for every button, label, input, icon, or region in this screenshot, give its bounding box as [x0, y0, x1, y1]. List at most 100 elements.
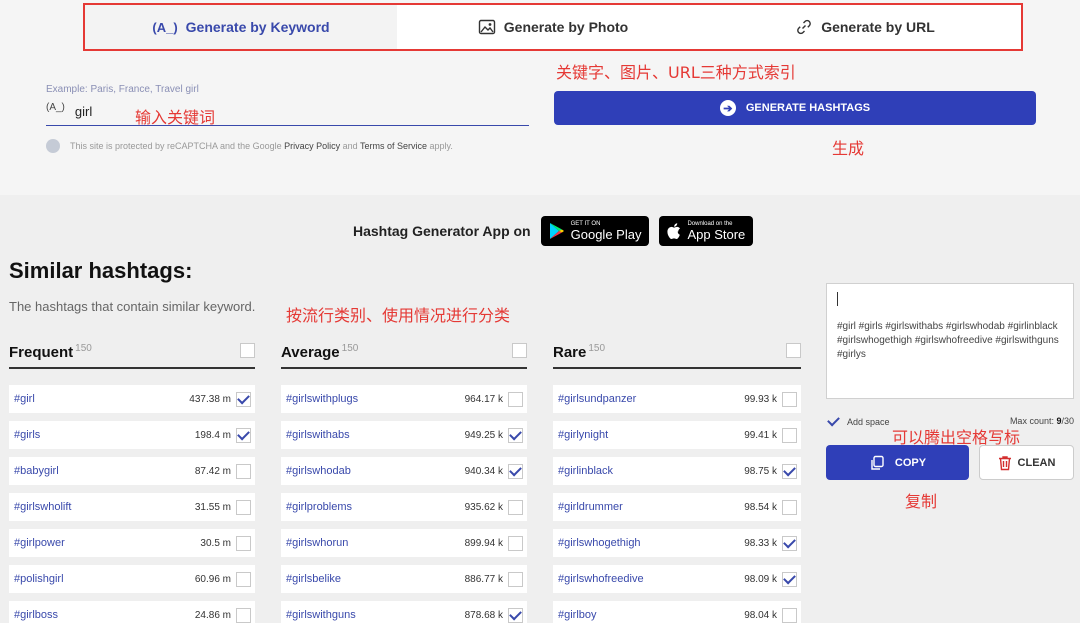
hashtag-checkbox[interactable] [782, 535, 797, 551]
hashtag-count: 98.75 k [744, 465, 777, 477]
hashtag-checkbox[interactable] [782, 427, 797, 443]
hashtag-checkbox[interactable] [508, 535, 523, 551]
hashtag-row[interactable]: #girlboy 98.04 k [553, 601, 801, 623]
hashtag-count: 99.93 k [744, 393, 777, 405]
text-cursor [837, 292, 838, 306]
hashtag-row[interactable]: #babygirl 87.42 m [9, 457, 255, 485]
clean-button[interactable]: CLEAN [979, 445, 1074, 480]
hashtag-row[interactable]: #girlsundpanzer 99.93 k [553, 385, 801, 413]
hashtag-row[interactable]: #girl 437.38 m [9, 385, 255, 413]
hashtag-text: #girlynight [558, 429, 609, 441]
hashtag-checkbox[interactable] [236, 571, 251, 587]
select-all-checkbox[interactable] [240, 342, 255, 358]
hashtag-text: #girlswithabs [286, 429, 350, 441]
hashtag-text: #girlswithplugs [286, 393, 359, 405]
hashtag-checkbox[interactable] [508, 427, 523, 443]
column-count: 150 [341, 343, 359, 354]
tab-url[interactable]: Generate by URL [709, 5, 1021, 49]
hashtag-row[interactable]: #girldrummer 98.54 k [553, 493, 801, 521]
hashtag-count: 899.94 k [464, 537, 503, 549]
column-title-text: Rare [553, 344, 587, 361]
hashtag-row[interactable]: #girlynight 99.41 k [553, 421, 801, 449]
google-play-icon [549, 223, 564, 239]
hashtag-row[interactable]: #girlpower 30.5 m [9, 529, 255, 557]
hashtag-row[interactable]: #girlswhorun 899.94 k [281, 529, 527, 557]
hashtag-row[interactable]: #girls 198.4 m [9, 421, 255, 449]
privacy-policy-link[interactable]: Privacy Policy [284, 141, 340, 151]
hashtag-checkbox[interactable] [236, 391, 251, 407]
hashtag-checkbox[interactable] [782, 499, 797, 515]
terms-link[interactable]: Terms of Service [360, 141, 427, 151]
copy-button[interactable]: COPY [826, 445, 969, 480]
hashtag-row[interactable]: #girlswholift 31.55 m [9, 493, 255, 521]
google-play-button[interactable]: GET IT ON Google Play [540, 216, 650, 246]
hashtag-checkbox[interactable] [782, 391, 797, 407]
hashtag-checkbox[interactable] [782, 571, 797, 587]
recaptcha-text: This site is protected by reCAPTCHA and … [70, 141, 453, 151]
hashtag-row[interactable]: #girlswithguns 878.68 k [281, 601, 527, 623]
hashtag-checkbox[interactable] [236, 463, 251, 479]
hashtag-row[interactable]: #girlsbelike 886.77 k [281, 565, 527, 593]
hashtag-checkbox[interactable] [508, 607, 523, 623]
select-all-checkbox[interactable] [512, 342, 527, 358]
selected-hashtags-text: #girl #girls #girlswithabs #girlswhodab … [837, 321, 1059, 360]
hashtag-checkbox[interactable] [508, 463, 523, 479]
hashtag-checkbox[interactable] [236, 535, 251, 551]
hashtag-row[interactable]: #girlswithplugs 964.17 k [281, 385, 527, 413]
hashtag-checkbox[interactable] [782, 607, 797, 623]
hashtag-meta: 964.17 k [465, 391, 523, 407]
hashtag-row[interactable]: #polishgirl 60.96 m [9, 565, 255, 593]
hashtag-row[interactable]: #girlswhodab 940.34 k [281, 457, 527, 485]
hashtag-count: 886.77 k [464, 573, 503, 585]
recaptcha-icon [46, 139, 60, 153]
app-store-button[interactable]: Download on the App Store [659, 216, 754, 246]
column-title: Rare 150 [553, 339, 605, 361]
hashtag-text: #girl [14, 393, 35, 405]
hashtag-text: #girlswithguns [286, 609, 356, 621]
hashtag-text: #girlswhofreedive [558, 573, 644, 585]
hashtag-checkbox[interactable] [508, 391, 523, 407]
add-space-checkbox[interactable] [826, 414, 841, 429]
hashtag-checkbox[interactable] [236, 607, 251, 623]
column-title: Average 150 [281, 339, 358, 361]
hashtag-row[interactable]: #girlproblems 935.62 k [281, 493, 527, 521]
hashtag-count: 98.54 k [744, 501, 777, 513]
annotation-categories: 按流行类别、使用情况进行分类 [286, 306, 511, 325]
hashtag-row[interactable]: #girlswithabs 949.25 k [281, 421, 527, 449]
selected-hashtags-textarea[interactable]: #girl #girls #girlswithabs #girlswhodab … [826, 283, 1074, 399]
tab-keyword[interactable]: (A_) Generate by Keyword [85, 5, 397, 49]
tab-photo[interactable]: Generate by Photo [397, 5, 709, 49]
hashtag-checkbox[interactable] [236, 427, 251, 443]
hashtag-checkbox[interactable] [782, 463, 797, 479]
hashtag-text: #girlboy [558, 609, 597, 621]
hashtag-checkbox[interactable] [508, 499, 523, 515]
hashtag-list: #girl 437.38 m #girls 198.4 m #babygirl 87.42… [9, 385, 255, 623]
hashtag-text: #girlswhodab [286, 465, 351, 477]
hashtag-row[interactable]: #girlswhogethigh 98.33 k [553, 529, 801, 557]
tab-photo-label: Generate by Photo [503, 19, 629, 35]
hashtag-count: 878.68 k [464, 609, 503, 621]
hashtag-meta: 198.4 m [195, 427, 251, 443]
select-all-checkbox[interactable] [786, 342, 801, 358]
hashtag-checkbox[interactable] [508, 571, 523, 587]
hashtag-text: #girlswhorun [286, 537, 349, 549]
arrow-right-icon: ➔ [719, 100, 736, 116]
apple-big: App Store [687, 226, 746, 242]
hashtag-meta: 899.94 k [464, 535, 523, 551]
hashtag-text: #girlproblems [286, 501, 353, 513]
keyword-input[interactable] [74, 103, 135, 119]
hashtag-meta: 99.41 k [744, 427, 797, 443]
generate-hashtags-button[interactable]: ➔ GENERATE HASHTAGS [554, 91, 1036, 125]
recaptcha-post: apply. [427, 141, 453, 151]
hashtag-row[interactable]: #girlboss 24.86 m [9, 601, 255, 623]
hashtag-row[interactable]: #girlswhofreedive 98.09 k [553, 565, 801, 593]
hashtag-meta: 87.42 m [195, 463, 251, 479]
hashtag-count: 31.55 m [194, 501, 231, 513]
hashtag-row[interactable]: #girlinblack 98.75 k [553, 457, 801, 485]
hashtag-text: #babygirl [14, 465, 59, 477]
add-space-option[interactable]: Add space [826, 414, 890, 429]
hashtag-count: 98.04 k [744, 609, 777, 621]
column-header: Frequent 150 [9, 333, 255, 369]
column-title: Frequent 150 [9, 339, 92, 361]
hashtag-checkbox[interactable] [236, 499, 251, 515]
